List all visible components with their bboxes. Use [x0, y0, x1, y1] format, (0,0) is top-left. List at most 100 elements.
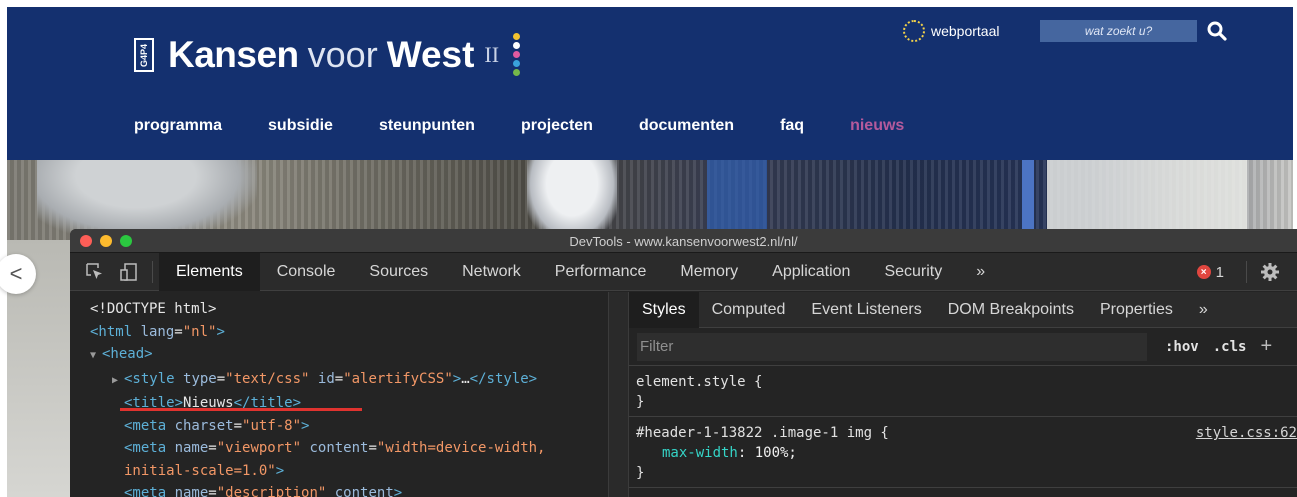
dom-token: "width=device-width,	[376, 440, 546, 456]
styles-sidebar: Styles Computed Event Listeners DOM Brea…	[629, 291, 1297, 497]
logo-dots-icon	[513, 33, 521, 76]
dom-token: lang	[140, 323, 175, 340]
dom-token: name	[174, 485, 209, 497]
tab-security[interactable]: Security	[867, 253, 959, 291]
dom-token: >	[275, 462, 285, 479]
logo-text-voor: voor	[307, 33, 378, 75]
dom-token: <!DOCTYPE html>	[90, 301, 217, 317]
dom-token: >	[452, 370, 462, 387]
tab-sources[interactable]: Sources	[352, 253, 445, 291]
dom-token: <meta	[124, 485, 175, 497]
site-header: G4P4 Kansen voor West II webportaal wat …	[7, 7, 1293, 160]
tab-performance[interactable]: Performance	[538, 253, 664, 291]
dom-token: "text/css"	[225, 370, 310, 387]
more-tabs-button[interactable]: »	[959, 253, 1002, 291]
css-rule-selector: element.style {	[636, 374, 763, 390]
tab-network[interactable]: Network	[445, 253, 538, 291]
devtools-window: DevTools - www.kansenvoorwest2.nl/nl/ El…	[70, 229, 1297, 497]
dom-token: =	[233, 417, 243, 434]
nav-item-subsidie[interactable]: subsidie	[268, 117, 333, 135]
dom-node-line[interactable]: ▶ <style type="text/css" id="alertifyCSS"…	[90, 368, 608, 393]
dom-node-line[interactable]: <title>Nieuws</title>	[90, 392, 608, 415]
tab-properties[interactable]: Properties	[1087, 292, 1186, 328]
sidebar-tabs: Styles Computed Event Listeners DOM Brea…	[629, 291, 1297, 328]
dom-token: "alertifyCSS"	[343, 370, 453, 387]
nav-item-projecten[interactable]: projecten	[521, 117, 593, 135]
dom-node-line[interactable]: <meta charset="utf-8">	[90, 415, 608, 438]
styles-filter-input[interactable]: Filter	[637, 332, 1147, 361]
dom-token: initial-scale=1.0"	[124, 462, 276, 479]
css-rule-element-style[interactable]: element.style { }	[629, 366, 1297, 417]
dom-token: =	[334, 370, 344, 387]
css-property-name: max-width	[662, 445, 738, 461]
dom-node-line[interactable]: <html lang="nl">	[90, 321, 608, 344]
dom-token: …	[461, 370, 470, 387]
nav-item-faq[interactable]: faq	[780, 117, 804, 135]
new-rule-button[interactable]: +	[1260, 335, 1272, 358]
expand-arrow-icon[interactable]: ▶	[112, 370, 124, 393]
dom-token: =	[174, 323, 183, 340]
dom-token: "utf-8"	[242, 417, 302, 434]
css-rule-header-image[interactable]: #header-1-13822 .image-1 img { max-width…	[629, 417, 1297, 488]
tab-application[interactable]: Application	[755, 253, 867, 291]
stylesheet-source-link[interactable]: style.css:62	[1196, 423, 1297, 443]
dom-token: id	[309, 370, 335, 387]
tab-console[interactable]: Console	[260, 253, 353, 291]
devtools-toolbar: Elements Console Sources Network Perform…	[70, 252, 1297, 291]
more-sidebar-tabs-button[interactable]: »	[1186, 292, 1221, 328]
hov-toggle-button[interactable]: :hov	[1165, 339, 1199, 355]
dom-token: =	[368, 440, 377, 456]
dom-node-line[interactable]: initial-scale=1.0">	[90, 460, 608, 483]
inspect-element-icon[interactable]	[78, 253, 112, 291]
css-rule-close: }	[636, 394, 645, 410]
dom-token: charset	[174, 417, 234, 434]
dom-node-line[interactable]: ▼ <head>	[90, 343, 608, 368]
dom-token: "description"	[216, 485, 327, 497]
dom-node-line[interactable]: <!DOCTYPE html>	[90, 298, 608, 321]
dom-node-line[interactable]: <meta name="description" content>	[90, 482, 608, 497]
dom-node-line[interactable]: <meta name="viewport" content="width=dev…	[90, 437, 608, 460]
tab-styles[interactable]: Styles	[629, 291, 699, 328]
panel-divider[interactable]	[608, 292, 629, 497]
nav-item-documenten[interactable]: documenten	[639, 117, 734, 135]
collapse-arrow-icon[interactable]: ▼	[90, 345, 102, 368]
nav-item-nieuws[interactable]: nieuws	[850, 117, 904, 135]
device-toolbar-icon[interactable]	[112, 253, 146, 291]
search-input[interactable]: wat zoekt u?	[1040, 20, 1197, 42]
tab-event-listeners[interactable]: Event Listeners	[798, 292, 934, 328]
site-logo[interactable]: G4P4 Kansen voor West II	[134, 33, 521, 76]
eu-stars-icon	[903, 20, 925, 42]
nav-item-programma[interactable]: programma	[134, 117, 222, 135]
webportaal-label: webportaal	[931, 23, 1000, 39]
dom-token: name	[174, 440, 209, 456]
title-annotation-underline	[120, 408, 362, 411]
search-icon[interactable]	[1205, 19, 1229, 43]
dom-token: =	[208, 485, 217, 497]
dom-tree-panel[interactable]: <!DOCTYPE html> <html lang="nl"> ▼ <head> ▶ <…	[70, 292, 608, 497]
dom-token: type	[183, 370, 217, 387]
css-property-value: 100%;	[754, 445, 797, 461]
dom-token: content	[326, 485, 394, 497]
cls-toggle-button[interactable]: .cls	[1213, 339, 1247, 355]
dom-token: content	[301, 440, 369, 456]
logo-text-kansen: Kansen	[168, 33, 299, 75]
devtools-window-title: DevTools - www.kansenvoorwest2.nl/nl/	[569, 234, 798, 249]
dom-token: <head>	[102, 346, 153, 362]
dom-token: >	[216, 323, 225, 340]
dom-token: >	[393, 485, 403, 497]
devtools-titlebar[interactable]: DevTools - www.kansenvoorwest2.nl/nl/	[70, 229, 1297, 253]
settings-gear-icon[interactable]	[1253, 253, 1287, 291]
css-declaration[interactable]: max-width: 100%;	[636, 443, 1297, 463]
logo-text-west: West	[386, 33, 475, 75]
tab-dom-breakpoints[interactable]: DOM Breakpoints	[935, 292, 1087, 328]
nav-item-steunpunten[interactable]: steunpunten	[379, 117, 475, 135]
tab-memory[interactable]: Memory	[663, 253, 755, 291]
tab-elements[interactable]: Elements	[159, 252, 260, 291]
tab-computed[interactable]: Computed	[699, 292, 799, 328]
logo-text-roman: II	[484, 41, 500, 67]
webportaal-link[interactable]: webportaal	[903, 20, 1000, 42]
dom-token: >	[301, 417, 310, 434]
dom-token: <meta	[124, 440, 175, 456]
dom-token: <meta	[124, 417, 175, 434]
error-counter[interactable]: × 1	[1196, 264, 1224, 281]
